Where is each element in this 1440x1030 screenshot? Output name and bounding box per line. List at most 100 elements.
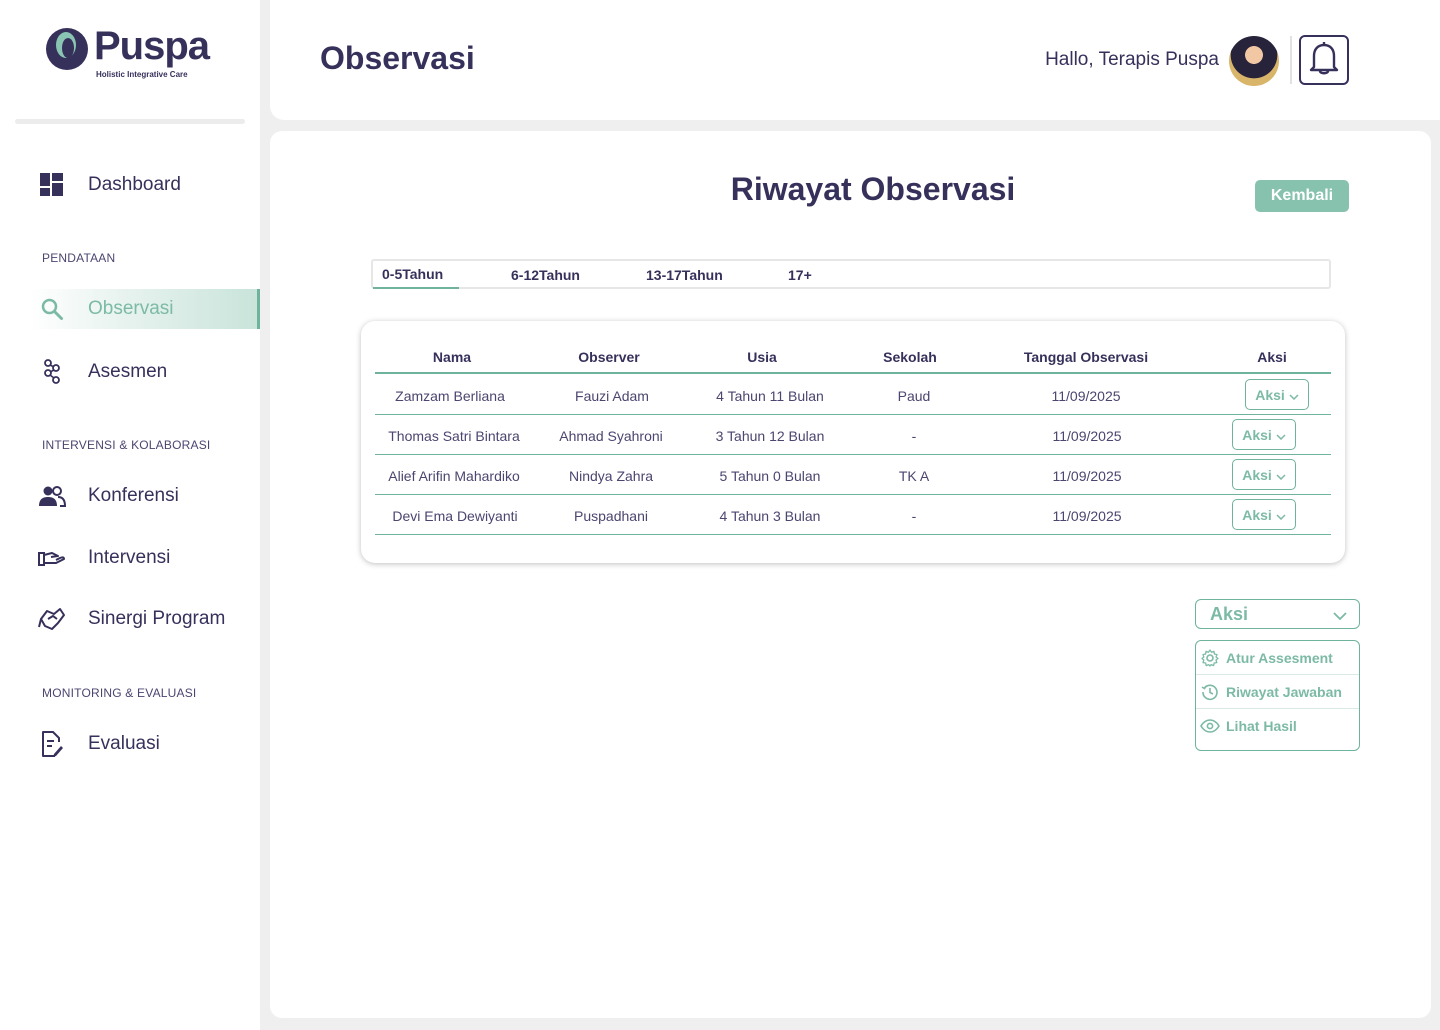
- chevron-down-icon: [1276, 507, 1286, 523]
- avatar[interactable]: [1229, 36, 1279, 86]
- row-action-button[interactable]: Aksi: [1232, 499, 1296, 530]
- row-action-label: Aksi: [1242, 506, 1272, 523]
- sidebar-item-asesmen[interactable]: Asesmen: [30, 352, 260, 392]
- table-row: Alief Arifin Mahardiko Nindya Zahra 5 Ta…: [375, 455, 1331, 495]
- row-action-button[interactable]: Aksi: [1232, 459, 1296, 490]
- cell-sekolah: Paud: [897, 388, 931, 404]
- menu-item-label: Riwayat Jawaban: [1226, 683, 1342, 700]
- tab-0-5-tahun[interactable]: 0-5Tahun: [373, 261, 459, 289]
- menu-item-label: Lihat Hasil: [1226, 718, 1297, 734]
- notification-button[interactable]: [1299, 35, 1349, 85]
- cell-tanggal: 11/09/2025: [1052, 428, 1122, 444]
- cell-sekolah: -: [911, 508, 917, 524]
- cell-observer: Puspadhani: [574, 508, 648, 524]
- cell-usia: 4 Tahun 3 Bulan: [719, 508, 821, 524]
- sidebar-item-label: Evaluasi: [88, 733, 160, 754]
- main-panel: Riwayat Observasi Kembali 0-5Tahun 6-12T…: [270, 131, 1431, 1018]
- table-row: Zamzam Berliana Fauzi Adam 4 Tahun 11 Bu…: [375, 375, 1331, 415]
- tab-6-12-tahun[interactable]: 6-12Tahun: [511, 261, 580, 289]
- gear-icon: [1200, 648, 1220, 668]
- search-icon: [38, 295, 66, 323]
- column-header-aksi: Aksi: [1257, 349, 1287, 365]
- sidebar-item-label: Observasi: [88, 298, 174, 319]
- table-row: Devi Ema Dewiyanti Puspadhani 4 Tahun 3 …: [375, 495, 1331, 535]
- cell-nama: Alief Arifin Mahardiko: [388, 468, 520, 484]
- sidebar-item-label: Dashboard: [88, 174, 181, 195]
- bell-icon: [1309, 41, 1339, 80]
- observation-table: Nama Observer Usia Sekolah Tanggal Obser…: [361, 321, 1345, 563]
- header-divider: [1290, 36, 1292, 84]
- column-header-nama: Nama: [432, 349, 472, 365]
- section-label-intervensi-kolaborasi: INTERVENSI & KOLABORASI: [42, 438, 211, 452]
- tab-13-17-tahun[interactable]: 13-17Tahun: [646, 261, 723, 289]
- back-button[interactable]: Kembali: [1255, 180, 1349, 212]
- logo-mark-icon: [46, 28, 88, 70]
- column-header-tanggal: Tanggal Observasi: [1023, 349, 1149, 365]
- sidebar-item-label: Sinergi Program: [88, 608, 226, 629]
- sidebar-item-intervensi[interactable]: Intervensi: [30, 538, 260, 578]
- cell-tanggal: 11/09/2025: [1051, 388, 1121, 404]
- column-header-observer: Observer: [578, 349, 640, 365]
- logo-tagline: Holistic Integrative Care: [96, 70, 188, 79]
- cell-tanggal: 11/09/2025: [1052, 508, 1122, 524]
- row-action-label: Aksi: [1255, 386, 1285, 403]
- document-edit-icon: [38, 730, 66, 758]
- aksi-dropdown-label: Aksi: [1210, 603, 1249, 624]
- cell-nama: Zamzam Berliana: [395, 388, 505, 404]
- cell-usia: 4 Tahun 11 Bulan: [716, 388, 824, 404]
- menu-item-atur-assesment[interactable]: Atur Assesment: [1196, 641, 1359, 675]
- section-label-monitoring-evaluasi: MONITORING & EVALUASI: [42, 686, 197, 700]
- aksi-dropdown-menu: Atur Assesment Riwayat Jawaban Lihat Has…: [1195, 640, 1360, 751]
- cell-nama: Devi Ema Dewiyanti: [392, 508, 518, 524]
- sidebar: Puspa Holistic Integrative Care Dashboar…: [0, 0, 260, 1030]
- chevron-down-icon: [1276, 467, 1286, 483]
- sidebar-divider: [15, 119, 245, 124]
- users-icon: [38, 482, 66, 510]
- cell-observer: Ahmad Syahroni: [559, 428, 663, 444]
- table-header: Nama Observer Usia Sekolah Tanggal Obser…: [375, 321, 1331, 374]
- column-header-usia: Usia: [747, 349, 777, 365]
- cell-usia: 5 Tahun 0 Bulan: [719, 468, 821, 484]
- menu-item-label: Atur Assesment: [1226, 649, 1333, 666]
- logo: Puspa Holistic Integrative Care: [46, 24, 210, 84]
- chevron-down-icon: [1333, 604, 1347, 625]
- sidebar-item-konferensi[interactable]: Konferensi: [30, 476, 260, 516]
- logo-text: Puspa: [94, 24, 210, 68]
- chevron-down-icon: [1289, 387, 1299, 403]
- hand-icon: [38, 544, 66, 572]
- assessment-icon: [38, 358, 66, 386]
- cell-sekolah: TK A: [898, 468, 930, 484]
- dashboard-icon: [38, 171, 66, 199]
- page-title: Observasi: [320, 40, 475, 76]
- tab-17-plus[interactable]: 17+: [788, 261, 812, 289]
- history-icon: [1200, 682, 1220, 702]
- row-action-button[interactable]: Aksi: [1232, 419, 1296, 450]
- sidebar-item-evaluasi[interactable]: Evaluasi: [30, 724, 260, 764]
- menu-item-lihat-hasil[interactable]: Lihat Hasil: [1196, 709, 1359, 743]
- column-header-sekolah: Sekolah: [883, 349, 937, 365]
- table-row: Thomas Satri Bintara Ahmad Syahroni 3 Ta…: [375, 415, 1331, 455]
- sidebar-item-label: Konferensi: [88, 485, 179, 506]
- handshake-icon: [38, 605, 66, 633]
- cell-sekolah: -: [911, 428, 917, 444]
- aksi-dropdown[interactable]: Aksi: [1195, 599, 1360, 629]
- eye-icon: [1200, 716, 1220, 736]
- row-action-label: Aksi: [1242, 466, 1272, 483]
- section-label-pendataan: PENDATAAN: [42, 251, 116, 265]
- sidebar-item-sinergi-program[interactable]: Sinergi Program: [30, 599, 260, 639]
- top-header: Observasi Hallo, Terapis Puspa: [270, 0, 1440, 120]
- cell-observer: Fauzi Adam: [575, 388, 649, 404]
- chevron-down-icon: [1276, 427, 1286, 443]
- menu-item-riwayat-jawaban[interactable]: Riwayat Jawaban: [1196, 675, 1359, 709]
- sidebar-item-dashboard[interactable]: Dashboard: [30, 165, 260, 205]
- cell-nama: Thomas Satri Bintara: [388, 428, 520, 444]
- row-action-label: Aksi: [1242, 426, 1272, 443]
- user-greeting: Hallo, Terapis Puspa: [1045, 49, 1219, 70]
- cell-tanggal: 11/09/2025: [1052, 468, 1122, 484]
- row-action-button[interactable]: Aksi: [1245, 379, 1309, 410]
- sidebar-item-label: Asesmen: [88, 361, 168, 382]
- sidebar-item-label: Intervensi: [88, 547, 171, 568]
- sidebar-item-observasi[interactable]: Observasi: [30, 289, 260, 329]
- cell-observer: Nindya Zahra: [568, 468, 654, 484]
- cell-usia: 3 Tahun 12 Bulan: [715, 428, 825, 444]
